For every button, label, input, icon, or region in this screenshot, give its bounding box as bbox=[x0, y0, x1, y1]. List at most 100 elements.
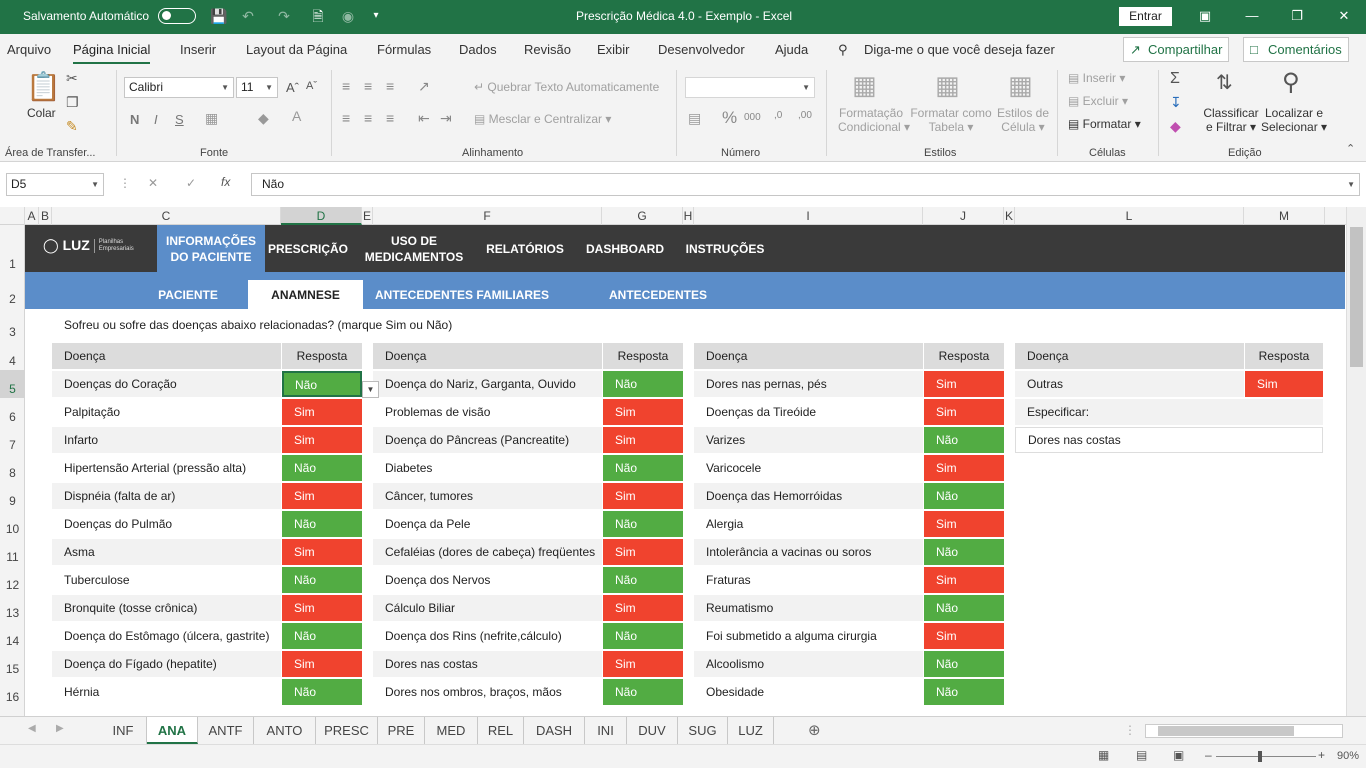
zoom-level[interactable]: 90% bbox=[1337, 750, 1359, 762]
column-header[interactable]: M bbox=[1244, 207, 1325, 225]
column-header[interactable]: C bbox=[52, 207, 281, 225]
answer-cell[interactable]: Sim bbox=[603, 427, 683, 453]
answer-cell[interactable]: Sim bbox=[282, 427, 362, 453]
row-header[interactable]: 5 bbox=[0, 370, 25, 398]
enter-icon[interactable]: ✓ bbox=[186, 176, 196, 190]
row-header[interactable]: 15 bbox=[0, 650, 25, 678]
tab-ajuda[interactable]: Ajuda bbox=[775, 42, 808, 57]
tab-layout[interactable]: Layout da Página bbox=[246, 42, 347, 57]
answer-cell[interactable]: Não bbox=[924, 427, 1004, 453]
decrease-decimal-icon[interactable]: ,00 bbox=[798, 110, 812, 121]
answer-cell[interactable]: Sim bbox=[603, 595, 683, 621]
insert-function-icon[interactable]: fx bbox=[221, 175, 230, 189]
format-table-icon[interactable]: ▦ bbox=[935, 70, 960, 101]
normal-view-icon[interactable]: ▦ bbox=[1098, 748, 1109, 762]
answer-cell[interactable]: Sim bbox=[924, 511, 1004, 537]
sheet-tab-luz[interactable]: LUZ bbox=[728, 717, 774, 744]
subtab-anamnese[interactable]: ANAMNESE bbox=[248, 280, 363, 309]
customize-qat-icon[interactable]: ▾ bbox=[368, 8, 384, 24]
fill-icon[interactable]: ↧ bbox=[1170, 94, 1182, 111]
number-format-select[interactable]: ▼ bbox=[685, 77, 815, 98]
answer-cell[interactable]: Sim bbox=[282, 651, 362, 677]
sheet-tab-anto[interactable]: ANTO bbox=[254, 717, 316, 744]
answer-cell[interactable]: Sim bbox=[924, 455, 1004, 481]
subtab-antecedentes-ocupacionais[interactable]: ANTECEDENTES OCUPACIONAIS bbox=[563, 272, 753, 349]
answer-cell[interactable]: Não bbox=[603, 455, 683, 481]
percent-icon[interactable]: % bbox=[722, 108, 737, 128]
table4-specify-input[interactable]: Dores nas costas bbox=[1015, 427, 1323, 453]
answer-cell[interactable]: Não bbox=[282, 455, 362, 481]
currency-icon[interactable]: ▤ bbox=[688, 110, 701, 127]
comments-button[interactable]: □ Comentários bbox=[1243, 37, 1349, 62]
align-bottom-icon[interactable]: ≡ bbox=[386, 78, 394, 94]
answer-cell[interactable]: Sim bbox=[282, 595, 362, 621]
font-color-icon[interactable]: A bbox=[292, 108, 301, 124]
sheet-tab-ini[interactable]: INI bbox=[585, 717, 627, 744]
increase-indent-icon[interactable]: ⇥ bbox=[440, 110, 452, 127]
tab-inserir[interactable]: Inserir bbox=[180, 42, 216, 57]
column-header[interactable]: I bbox=[694, 207, 923, 225]
minimize-icon[interactable]: — bbox=[1244, 8, 1260, 24]
tab-revisao[interactable]: Revisão bbox=[524, 42, 571, 57]
align-right-icon[interactable]: ≡ bbox=[386, 110, 394, 126]
row-header[interactable]: 12 bbox=[0, 566, 25, 594]
row-header[interactable]: 13 bbox=[0, 594, 25, 622]
wrap-text-button[interactable]: ↵ Quebrar Texto Automaticamente bbox=[474, 80, 659, 94]
restore-icon[interactable]: ❐ bbox=[1289, 8, 1305, 24]
column-header[interactable]: J bbox=[923, 207, 1004, 225]
sheet-tab-presc[interactable]: PRESC bbox=[316, 717, 378, 744]
redo-icon[interactable]: ↷ bbox=[276, 8, 292, 24]
answer-cell[interactable]: Não bbox=[924, 595, 1004, 621]
row-header[interactable]: 1 bbox=[0, 225, 25, 272]
align-top-icon[interactable]: ≡ bbox=[342, 78, 350, 94]
page-layout-icon[interactable]: ▤ bbox=[1136, 748, 1147, 762]
tab-exibir[interactable]: Exibir bbox=[597, 42, 630, 57]
cancel-icon[interactable]: ✕ bbox=[148, 176, 158, 190]
column-header[interactable]: F bbox=[373, 207, 602, 225]
cut-icon[interactable]: ✂ bbox=[66, 70, 78, 87]
answer-cell[interactable]: Sim bbox=[282, 483, 362, 509]
answer-cell[interactable]: Sim bbox=[603, 399, 683, 425]
tab-arquivo[interactable]: Arquivo bbox=[7, 42, 51, 57]
copy-icon[interactable]: ❐ bbox=[66, 94, 79, 111]
column-header[interactable]: A bbox=[25, 207, 39, 225]
decrease-font-icon[interactable]: Aˇ bbox=[306, 80, 317, 92]
row-header[interactable]: 3 bbox=[0, 309, 25, 342]
zoom-slider[interactable] bbox=[1216, 756, 1316, 757]
tab-desenvolvedor[interactable]: Desenvolvedor bbox=[658, 42, 745, 57]
answer-cell[interactable]: Sim bbox=[603, 539, 683, 565]
paste-button[interactable]: Colar bbox=[27, 106, 56, 120]
autosave-toggle[interactable] bbox=[158, 8, 196, 24]
answer-cell[interactable]: Não bbox=[603, 511, 683, 537]
answer-cell[interactable]: Não bbox=[282, 567, 362, 593]
page-break-icon[interactable]: ▣ bbox=[1173, 748, 1184, 762]
sign-in-button[interactable]: Entrar bbox=[1119, 7, 1172, 26]
answer-cell[interactable]: Não bbox=[924, 483, 1004, 509]
tab-split-icon[interactable]: ⋮ bbox=[1124, 723, 1136, 737]
search-icon[interactable]: ⚲ bbox=[838, 42, 848, 58]
conditional-format-button[interactable]: Formatação Condicional ▾ bbox=[838, 106, 910, 134]
save-icon[interactable]: 💾 bbox=[210, 8, 227, 24]
column-header[interactable]: H bbox=[683, 207, 694, 225]
font-name-select[interactable]: Calibri ▼ bbox=[124, 77, 234, 98]
table4-other-answer[interactable]: Sim bbox=[1245, 371, 1323, 397]
hscroll-thumb[interactable] bbox=[1158, 726, 1294, 736]
cell-styles-icon[interactable]: ▦ bbox=[1008, 70, 1033, 101]
sheet-tab-duv[interactable]: DUV bbox=[627, 717, 678, 744]
add-sheet-icon[interactable]: ⊕ bbox=[808, 721, 821, 739]
answer-cell[interactable]: Sim bbox=[603, 483, 683, 509]
sheet-tab-rel[interactable]: REL bbox=[478, 717, 524, 744]
vertical-scrollbar[interactable] bbox=[1346, 207, 1366, 716]
scroll-thumb[interactable] bbox=[1350, 227, 1363, 367]
collapse-ribbon-icon[interactable]: ⌃ bbox=[1346, 142, 1355, 155]
column-header[interactable]: D bbox=[281, 207, 362, 225]
answer-cell[interactable]: Não bbox=[924, 679, 1004, 705]
sheet-tab-inf[interactable]: INF bbox=[100, 717, 147, 744]
answer-cell[interactable]: Sim bbox=[924, 371, 1004, 397]
zoom-slider-handle[interactable] bbox=[1258, 751, 1262, 762]
sheet-tab-pre[interactable]: PRE bbox=[378, 717, 425, 744]
answer-cell[interactable]: Não bbox=[603, 623, 683, 649]
row-header[interactable]: 8 bbox=[0, 454, 25, 482]
increase-decimal-icon[interactable]: ,0 bbox=[774, 110, 782, 121]
nav-uso-medicamentos[interactable]: USO DE MEDICAMENTOS bbox=[351, 225, 477, 272]
